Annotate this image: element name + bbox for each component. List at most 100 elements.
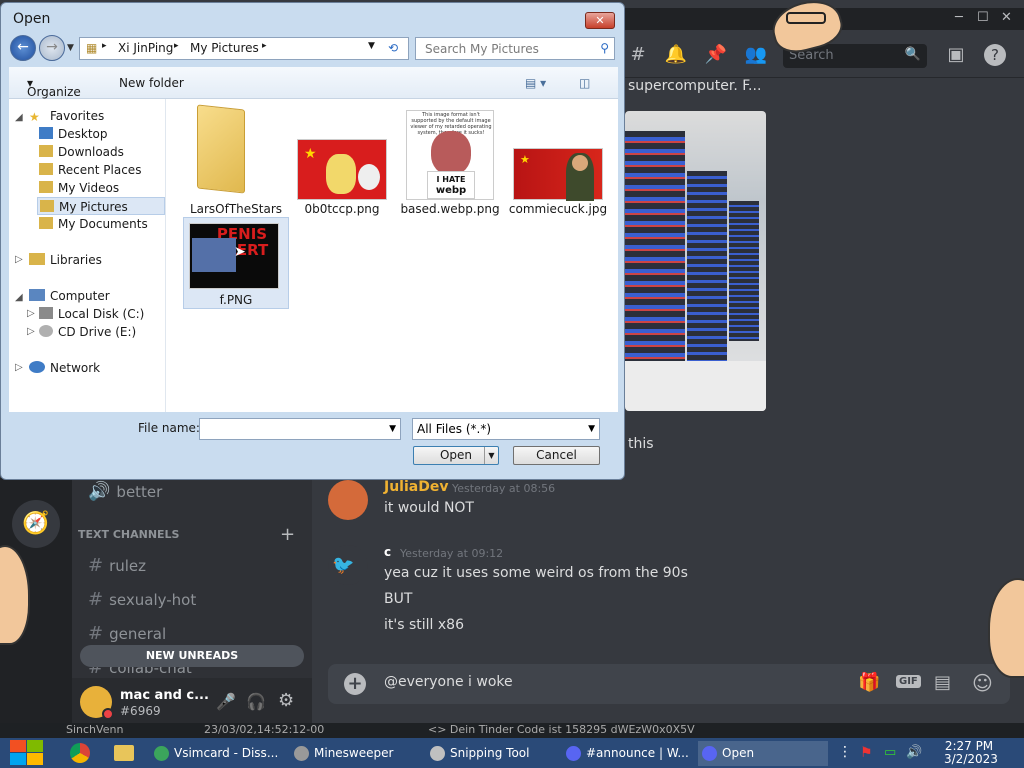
file-label[interactable]: 0b0tccp.png <box>289 202 395 216</box>
channel-sexualy-hot[interactable]: # sexualy-hot <box>88 589 196 610</box>
message-input[interactable]: + @everyone i woke 🎁 GIF ▤ ☺ <box>328 664 1010 704</box>
emoji-icon[interactable]: ☺ <box>972 671 993 695</box>
new-folder-button[interactable]: New folder <box>119 76 184 90</box>
close-icon[interactable]: ✕ <box>1001 10 1012 25</box>
file-name-label: File name: <box>138 421 200 435</box>
volume-icon[interactable]: 🔊 <box>906 745 922 760</box>
members-icon[interactable]: 👥 <box>744 44 768 65</box>
gift-icon[interactable]: 🎁 <box>858 672 880 693</box>
explore-servers-icon[interactable]: 🧭 <box>12 500 60 548</box>
breadcrumb-item[interactable]: Xi JinPing <box>118 41 173 55</box>
nav-downloads[interactable]: Downloads <box>39 143 124 161</box>
nav-favorites[interactable]: ★ Favorites <box>29 107 104 125</box>
breadcrumb-item[interactable]: My Pictures <box>190 41 259 55</box>
channel-general[interactable]: # general <box>88 623 166 644</box>
open-button[interactable]: Open ▼ <box>413 446 499 465</box>
voice-channel-better[interactable]: 🔊 better <box>88 481 162 502</box>
inbox-icon[interactable]: ▣ <box>944 44 968 65</box>
taskbar-item-open[interactable]: Open <box>698 741 828 766</box>
settings-gear-icon[interactable]: ⚙ <box>278 690 294 711</box>
file-thumbnail[interactable]: ★ <box>297 139 387 200</box>
file-name-input[interactable]: ▼ <box>199 418 401 440</box>
view-options-icon[interactable]: ▤ ▾ <box>525 76 546 90</box>
file-thumbnail[interactable]: PENIS ALERT ➤ <box>189 223 279 289</box>
chevron-down-icon[interactable]: ▼ <box>389 424 396 434</box>
nav-computer[interactable]: Computer <box>29 287 110 305</box>
avatar[interactable]: 🐦 <box>328 545 368 585</box>
file-type-select[interactable]: All Files (*.*) ▼ <box>412 418 600 440</box>
channel-rulez[interactable]: # rulez <box>88 555 146 576</box>
file-explorer-icon[interactable] <box>114 745 134 761</box>
overflow-icon[interactable]: ⋮ <box>838 744 852 760</box>
preview-pane-icon[interactable]: ◫ <box>579 76 590 90</box>
pin-icon[interactable]: 📌 <box>704 44 728 65</box>
refresh-icon[interactable]: ⟲ <box>388 41 398 55</box>
taskbar-item-vsimcard[interactable]: Vsimcard - Diss... <box>150 741 280 766</box>
file-thumbnail[interactable]: This image format isn't supported by the… <box>406 110 494 200</box>
file-label[interactable]: f.PNG <box>183 293 289 307</box>
message-author[interactable]: JuliaDev <box>384 479 448 495</box>
chevron-down-icon[interactable]: ▼ <box>588 424 595 434</box>
taskbar-item-snipping-tool[interactable]: Snipping Tool <box>426 741 556 766</box>
taskbar-item-minesweeper[interactable]: Minesweeper <box>290 741 420 766</box>
threads-icon[interactable]: # <box>626 44 650 65</box>
expand-toggle-icon[interactable]: ▷ <box>15 362 23 373</box>
file-label[interactable]: LarsOfTheStars <box>183 202 289 216</box>
forward-button[interactable]: → <box>39 35 65 61</box>
network-tray-icon[interactable]: ▭ <box>884 745 896 760</box>
gif-button[interactable]: GIF <box>896 675 921 688</box>
status-strip: SinchVenn 23/03/02,14:52:12-00 <> Dein T… <box>0 723 1024 738</box>
search-input[interactable]: Search My Pictures ⚲ <box>415 37 615 60</box>
nav-cd-drive[interactable]: CD Drive (E:) <box>39 323 136 341</box>
text-channels-header[interactable]: TEXT CHANNELS <box>78 528 179 541</box>
app-icon <box>154 746 169 761</box>
expand-toggle-icon[interactable]: ◢ <box>15 292 23 303</box>
folder-icon[interactable] <box>193 104 253 199</box>
chevron-down-icon[interactable]: ▼ <box>484 447 498 464</box>
avatar[interactable] <box>328 480 368 520</box>
file-thumbnail[interactable]: ★ <box>513 148 603 201</box>
thumb-text: webp <box>435 185 467 196</box>
videos-folder-icon <box>39 181 53 193</box>
nav-my-videos[interactable]: My Videos <box>39 179 119 197</box>
back-button[interactable]: ← <box>10 35 36 61</box>
flag-icon[interactable]: ⚑ <box>860 745 873 761</box>
supercomputer-image[interactable] <box>625 111 766 411</box>
expand-toggle-icon[interactable]: ◢ <box>15 112 23 123</box>
nav-network[interactable]: Network <box>29 359 100 377</box>
organize-button[interactable]: Organize ▾ <box>27 76 81 99</box>
nav-recent-places[interactable]: Recent Places <box>39 161 141 179</box>
expand-toggle-icon[interactable]: ▷ <box>27 326 35 337</box>
add-channel-icon[interactable]: + <box>280 524 295 545</box>
nav-my-documents[interactable]: My Documents <box>39 215 148 233</box>
recent-dropdown-icon[interactable]: ▼ <box>67 43 74 53</box>
nav-libraries[interactable]: Libraries <box>29 251 102 269</box>
address-bar[interactable]: ▦ ▸ Xi JinPing ▸ My Pictures ▸ ▼ ⟲ <box>79 37 409 60</box>
chevron-down-icon[interactable]: ▼ <box>368 41 375 51</box>
expand-toggle-icon[interactable]: ▷ <box>27 308 35 319</box>
maximize-icon[interactable]: ☐ <box>977 10 989 25</box>
cancel-button[interactable]: Cancel <box>513 446 600 465</box>
nav-desktop[interactable]: Desktop <box>39 125 108 143</box>
headphones-icon[interactable]: 🎧 <box>246 692 266 711</box>
attach-plus-icon[interactable]: + <box>344 673 366 695</box>
nav-my-pictures[interactable]: My Pictures <box>37 197 165 215</box>
sticker-icon[interactable]: ▤ <box>934 672 951 693</box>
status-text: 23/03/02,14:52:12-00 <box>204 723 325 736</box>
minimize-icon[interactable]: ─ <box>955 10 963 25</box>
start-button[interactable] <box>10 740 44 766</box>
help-icon[interactable]: ? <box>984 44 1006 66</box>
new-unreads-pill[interactable]: NEW UNREADS <box>80 645 304 667</box>
mine-icon <box>294 746 309 761</box>
clock[interactable]: 2:27 PM 3/2/2023 <box>944 740 998 766</box>
file-label[interactable]: based.webp.png <box>397 202 503 216</box>
bell-icon[interactable]: 🔔 <box>664 44 688 65</box>
chrome-icon[interactable] <box>70 743 90 763</box>
nav-local-disk[interactable]: Local Disk (C:) <box>39 305 144 323</box>
file-label[interactable]: commiecuck.jpg <box>505 202 611 216</box>
expand-toggle-icon[interactable]: ▷ <box>15 254 23 265</box>
microphone-icon[interactable]: 🎤 <box>216 692 236 711</box>
message-author[interactable]: c <box>384 545 391 559</box>
close-button[interactable]: ✕ <box>585 12 615 29</box>
taskbar-item-announce[interactable]: #announce | W... <box>562 741 692 766</box>
